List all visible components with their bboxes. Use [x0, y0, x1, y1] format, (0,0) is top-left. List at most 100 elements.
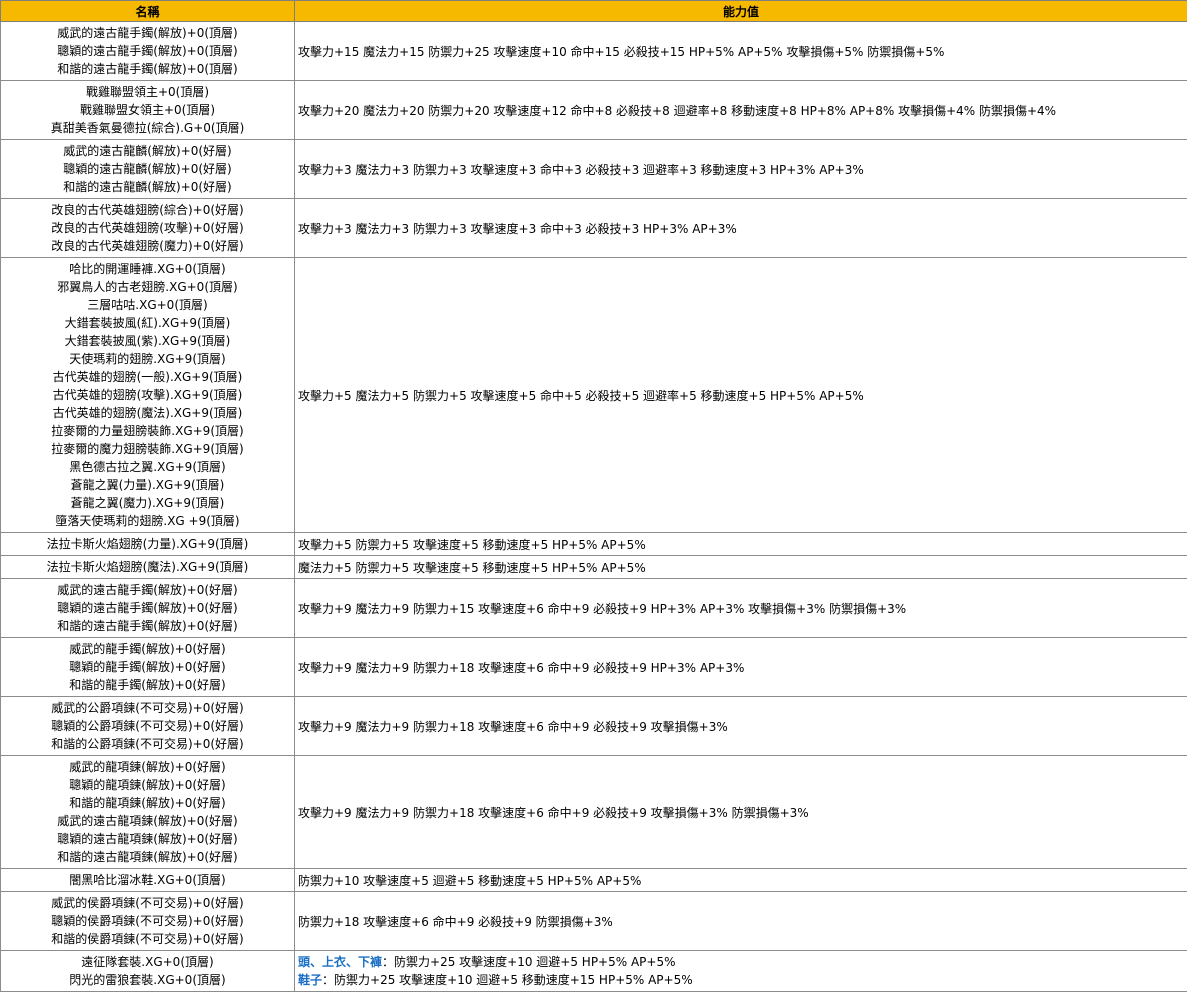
item-name: 古代英雄的翅膀(魔法).XG+9(頂層): [1, 404, 294, 422]
table-body: 威武的遠古龍手鐲(解放)+0(頂層)聰穎的遠古龍手鐲(解放)+0(頂層)和諧的遠…: [1, 22, 1187, 992]
table-row: 戰雞聯盟領主+0(頂層)戰雞聯盟女領主+0(頂層)真甜美香氣曼德拉(綜合).G+…: [1, 81, 1187, 140]
item-names-cell: 威武的遠古龍麟(解放)+0(好層)聰穎的遠古龍麟(解放)+0(好層)和諧的遠古龍…: [1, 140, 295, 199]
stats-text-shoes: ：防禦力+25 攻擊速度+10 迴避+5 移動速度+15 HP+5% AP+5%: [322, 973, 693, 987]
stats-line-armor: 頭、上衣、下褲：防禦力+25 攻擊速度+10 迴避+5 HP+5% AP+5%: [298, 953, 1187, 971]
table-row: 闇黑哈比溜冰鞋.XG+0(頂層)防禦力+10 攻擊速度+5 迴避+5 移動速度+…: [1, 869, 1187, 892]
header-name: 名稱: [1, 1, 295, 22]
table-row: 哈比的開運睡褲.XG+0(頂層)邪翼鳥人的古老翅膀.XG+0(頂層)三層咕咕.X…: [1, 258, 1187, 533]
item-name: 和諧的遠古龍手鐲(解放)+0(頂層): [1, 60, 294, 78]
table-row: 法拉卡斯火焰翅膀(力量).XG+9(頂層)攻擊力+5 防禦力+5 攻擊速度+5 …: [1, 533, 1187, 556]
table-row: 威武的龍手鐲(解放)+0(好層)聰穎的龍手鐲(解放)+0(好層)和諧的龍手鐲(解…: [1, 638, 1187, 697]
item-names-cell: 遠征隊套裝.XG+0(頂層) 閃光的雷狼套裝.XG+0(頂層): [1, 951, 295, 992]
item-stats-cell: 攻擊力+5 防禦力+5 攻擊速度+5 移動速度+5 HP+5% AP+5%: [295, 533, 1187, 556]
equipment-stats-table: 名稱 能力值 威武的遠古龍手鐲(解放)+0(頂層)聰穎的遠古龍手鐲(解放)+0(…: [0, 0, 1187, 992]
item-name: 威武的遠古龍項鍊(解放)+0(好層): [1, 812, 294, 830]
item-stats-cell: 頭、上衣、下褲：防禦力+25 攻擊速度+10 迴避+5 HP+5% AP+5% …: [295, 951, 1187, 992]
item-name: 戰雞聯盟女領主+0(頂層): [1, 101, 294, 119]
item-stats-cell: 攻擊力+15 魔法力+15 防禦力+25 攻擊速度+10 命中+15 必殺技+1…: [295, 22, 1187, 81]
item-names-cell: 威武的侯爵項鍊(不可交易)+0(好層)聰穎的侯爵項鍊(不可交易)+0(好層)和諧…: [1, 892, 295, 951]
item-name: 威武的龍項鍊(解放)+0(好層): [1, 758, 294, 776]
item-name: 闇黑哈比溜冰鞋.XG+0(頂層): [1, 871, 294, 889]
table-row: 威武的公爵項鍊(不可交易)+0(好層)聰穎的公爵項鍊(不可交易)+0(好層)和諧…: [1, 697, 1187, 756]
item-name: 聰穎的龍手鐲(解放)+0(好層): [1, 658, 294, 676]
item-name: 哈比的開運睡褲.XG+0(頂層): [1, 260, 294, 278]
item-name: 遠征隊套裝.XG+0(頂層): [1, 953, 294, 971]
item-stats-cell: 防禦力+10 攻擊速度+5 迴避+5 移動速度+5 HP+5% AP+5%: [295, 869, 1187, 892]
item-names-cell: 法拉卡斯火焰翅膀(魔法).XG+9(頂層): [1, 556, 295, 579]
table-row: 改良的古代英雄翅膀(綜合)+0(好層)改良的古代英雄翅膀(攻擊)+0(好層)改良…: [1, 199, 1187, 258]
item-name: 聰穎的龍項鍊(解放)+0(好層): [1, 776, 294, 794]
table-row: 威武的遠古龍麟(解放)+0(好層)聰穎的遠古龍麟(解放)+0(好層)和諧的遠古龍…: [1, 140, 1187, 199]
item-stats-cell: 攻擊力+5 魔法力+5 防禦力+5 攻擊速度+5 命中+5 必殺技+5 迴避率+…: [295, 258, 1187, 533]
item-names-cell: 威武的遠古龍手鐲(解放)+0(好層)聰穎的遠古龍手鐲(解放)+0(好層)和諧的遠…: [1, 579, 295, 638]
header-row: 名稱 能力值: [1, 1, 1187, 22]
item-name: 大錯套裝披風(紅).XG+9(頂層): [1, 314, 294, 332]
item-name: 聰穎的公爵項鍊(不可交易)+0(好層): [1, 717, 294, 735]
item-name: 古代英雄的翅膀(攻擊).XG+9(頂層): [1, 386, 294, 404]
item-names-cell: 威武的龍手鐲(解放)+0(好層)聰穎的龍手鐲(解放)+0(好層)和諧的龍手鐲(解…: [1, 638, 295, 697]
slot-label-armor: 頭、上衣、下褲: [298, 955, 382, 969]
item-name: 和諧的龍手鐲(解放)+0(好層): [1, 676, 294, 694]
item-name: 聰穎的侯爵項鍊(不可交易)+0(好層): [1, 912, 294, 930]
item-name: 改良的古代英雄翅膀(攻擊)+0(好層): [1, 219, 294, 237]
item-names-cell: 威武的龍項鍊(解放)+0(好層)聰穎的龍項鍊(解放)+0(好層)和諧的龍項鍊(解…: [1, 756, 295, 869]
item-name: 蒼龍之翼(力量).XG+9(頂層): [1, 476, 294, 494]
item-name: 法拉卡斯火焰翅膀(力量).XG+9(頂層): [1, 535, 294, 553]
table-row: 法拉卡斯火焰翅膀(魔法).XG+9(頂層)魔法力+5 防禦力+5 攻擊速度+5 …: [1, 556, 1187, 579]
item-name: 和諧的遠古龍項鍊(解放)+0(好層): [1, 848, 294, 866]
item-names-cell: 威武的公爵項鍊(不可交易)+0(好層)聰穎的公爵項鍊(不可交易)+0(好層)和諧…: [1, 697, 295, 756]
table-row: 威武的遠古龍手鐲(解放)+0(好層)聰穎的遠古龍手鐲(解放)+0(好層)和諧的遠…: [1, 579, 1187, 638]
item-name: 威武的公爵項鍊(不可交易)+0(好層): [1, 699, 294, 717]
item-stats-cell: 攻擊力+20 魔法力+20 防禦力+20 攻擊速度+12 命中+8 必殺技+8 …: [295, 81, 1187, 140]
item-name: 蒼龍之翼(魔力).XG+9(頂層): [1, 494, 294, 512]
item-name: 和諧的遠古龍麟(解放)+0(好層): [1, 178, 294, 196]
item-name: 邪翼鳥人的古老翅膀.XG+0(頂層): [1, 278, 294, 296]
item-name: 戰雞聯盟領主+0(頂層): [1, 83, 294, 101]
item-name: 天使瑪莉的翅膀.XG+9(頂層): [1, 350, 294, 368]
item-name: 墮落天使瑪莉的翅膀.XG +9(頂層): [1, 512, 294, 530]
item-name: 大錯套裝披風(紫).XG+9(頂層): [1, 332, 294, 350]
item-stats-cell: 攻擊力+9 魔法力+9 防禦力+18 攻擊速度+6 命中+9 必殺技+9 攻擊損…: [295, 756, 1187, 869]
item-name: 和諧的侯爵項鍊(不可交易)+0(好層): [1, 930, 294, 948]
item-names-cell: 改良的古代英雄翅膀(綜合)+0(好層)改良的古代英雄翅膀(攻擊)+0(好層)改良…: [1, 199, 295, 258]
item-stats-cell: 攻擊力+3 魔法力+3 防禦力+3 攻擊速度+3 命中+3 必殺技+3 HP+3…: [295, 199, 1187, 258]
table-row: 威武的侯爵項鍊(不可交易)+0(好層)聰穎的侯爵項鍊(不可交易)+0(好層)和諧…: [1, 892, 1187, 951]
slot-label-shoes: 鞋子: [298, 973, 322, 987]
table-row-last: 遠征隊套裝.XG+0(頂層) 閃光的雷狼套裝.XG+0(頂層) 頭、上衣、下褲：…: [1, 951, 1187, 992]
item-names-cell: 威武的遠古龍手鐲(解放)+0(頂層)聰穎的遠古龍手鐲(解放)+0(頂層)和諧的遠…: [1, 22, 295, 81]
item-name: 和諧的遠古龍手鐲(解放)+0(好層): [1, 617, 294, 635]
item-name: 改良的古代英雄翅膀(魔力)+0(好層): [1, 237, 294, 255]
item-names-cell: 闇黑哈比溜冰鞋.XG+0(頂層): [1, 869, 295, 892]
item-name: 威武的龍手鐲(解放)+0(好層): [1, 640, 294, 658]
item-stats-cell: 攻擊力+9 魔法力+9 防禦力+18 攻擊速度+6 命中+9 必殺技+9 HP+…: [295, 638, 1187, 697]
item-names-cell: 哈比的開運睡褲.XG+0(頂層)邪翼鳥人的古老翅膀.XG+0(頂層)三層咕咕.X…: [1, 258, 295, 533]
item-name: 古代英雄的翅膀(一般).XG+9(頂層): [1, 368, 294, 386]
item-name: 真甜美香氣曼德拉(綜合).G+0(頂層): [1, 119, 294, 137]
item-name: 威武的遠古龍麟(解放)+0(好層): [1, 142, 294, 160]
item-name: 黑色德古拉之翼.XG+9(頂層): [1, 458, 294, 476]
item-name: 法拉卡斯火焰翅膀(魔法).XG+9(頂層): [1, 558, 294, 576]
item-name: 和諧的龍項鍊(解放)+0(好層): [1, 794, 294, 812]
item-name: 威武的遠古龍手鐲(解放)+0(好層): [1, 581, 294, 599]
item-name: 聰穎的遠古龍手鐲(解放)+0(好層): [1, 599, 294, 617]
item-name: 聰穎的遠古龍項鍊(解放)+0(好層): [1, 830, 294, 848]
item-stats-cell: 防禦力+18 攻擊速度+6 命中+9 必殺技+9 防禦損傷+3%: [295, 892, 1187, 951]
stats-line-shoes: 鞋子：防禦力+25 攻擊速度+10 迴避+5 移動速度+15 HP+5% AP+…: [298, 971, 1187, 989]
item-names-cell: 戰雞聯盟領主+0(頂層)戰雞聯盟女領主+0(頂層)真甜美香氣曼德拉(綜合).G+…: [1, 81, 295, 140]
item-name: 威武的遠古龍手鐲(解放)+0(頂層): [1, 24, 294, 42]
item-name: 拉麥爾的魔力翅膀裝飾.XG+9(頂層): [1, 440, 294, 458]
item-stats-cell: 攻擊力+3 魔法力+3 防禦力+3 攻擊速度+3 命中+3 必殺技+3 迴避率+…: [295, 140, 1187, 199]
item-name: 三層咕咕.XG+0(頂層): [1, 296, 294, 314]
item-name: 和諧的公爵項鍊(不可交易)+0(好層): [1, 735, 294, 753]
item-name: 聰穎的遠古龍麟(解放)+0(好層): [1, 160, 294, 178]
stats-text-armor: ：防禦力+25 攻擊速度+10 迴避+5 HP+5% AP+5%: [382, 955, 676, 969]
item-name: 拉麥爾的力量翅膀裝飾.XG+9(頂層): [1, 422, 294, 440]
header-stats: 能力值: [295, 1, 1187, 22]
table-row: 威武的遠古龍手鐲(解放)+0(頂層)聰穎的遠古龍手鐲(解放)+0(頂層)和諧的遠…: [1, 22, 1187, 81]
item-name: 威武的侯爵項鍊(不可交易)+0(好層): [1, 894, 294, 912]
item-name: 閃光的雷狼套裝.XG+0(頂層): [1, 971, 294, 989]
item-stats-cell: 攻擊力+9 魔法力+9 防禦力+15 攻擊速度+6 命中+9 必殺技+9 HP+…: [295, 579, 1187, 638]
item-stats-cell: 魔法力+5 防禦力+5 攻擊速度+5 移動速度+5 HP+5% AP+5%: [295, 556, 1187, 579]
table-row: 威武的龍項鍊(解放)+0(好層)聰穎的龍項鍊(解放)+0(好層)和諧的龍項鍊(解…: [1, 756, 1187, 869]
item-stats-cell: 攻擊力+9 魔法力+9 防禦力+18 攻擊速度+6 命中+9 必殺技+9 攻擊損…: [295, 697, 1187, 756]
